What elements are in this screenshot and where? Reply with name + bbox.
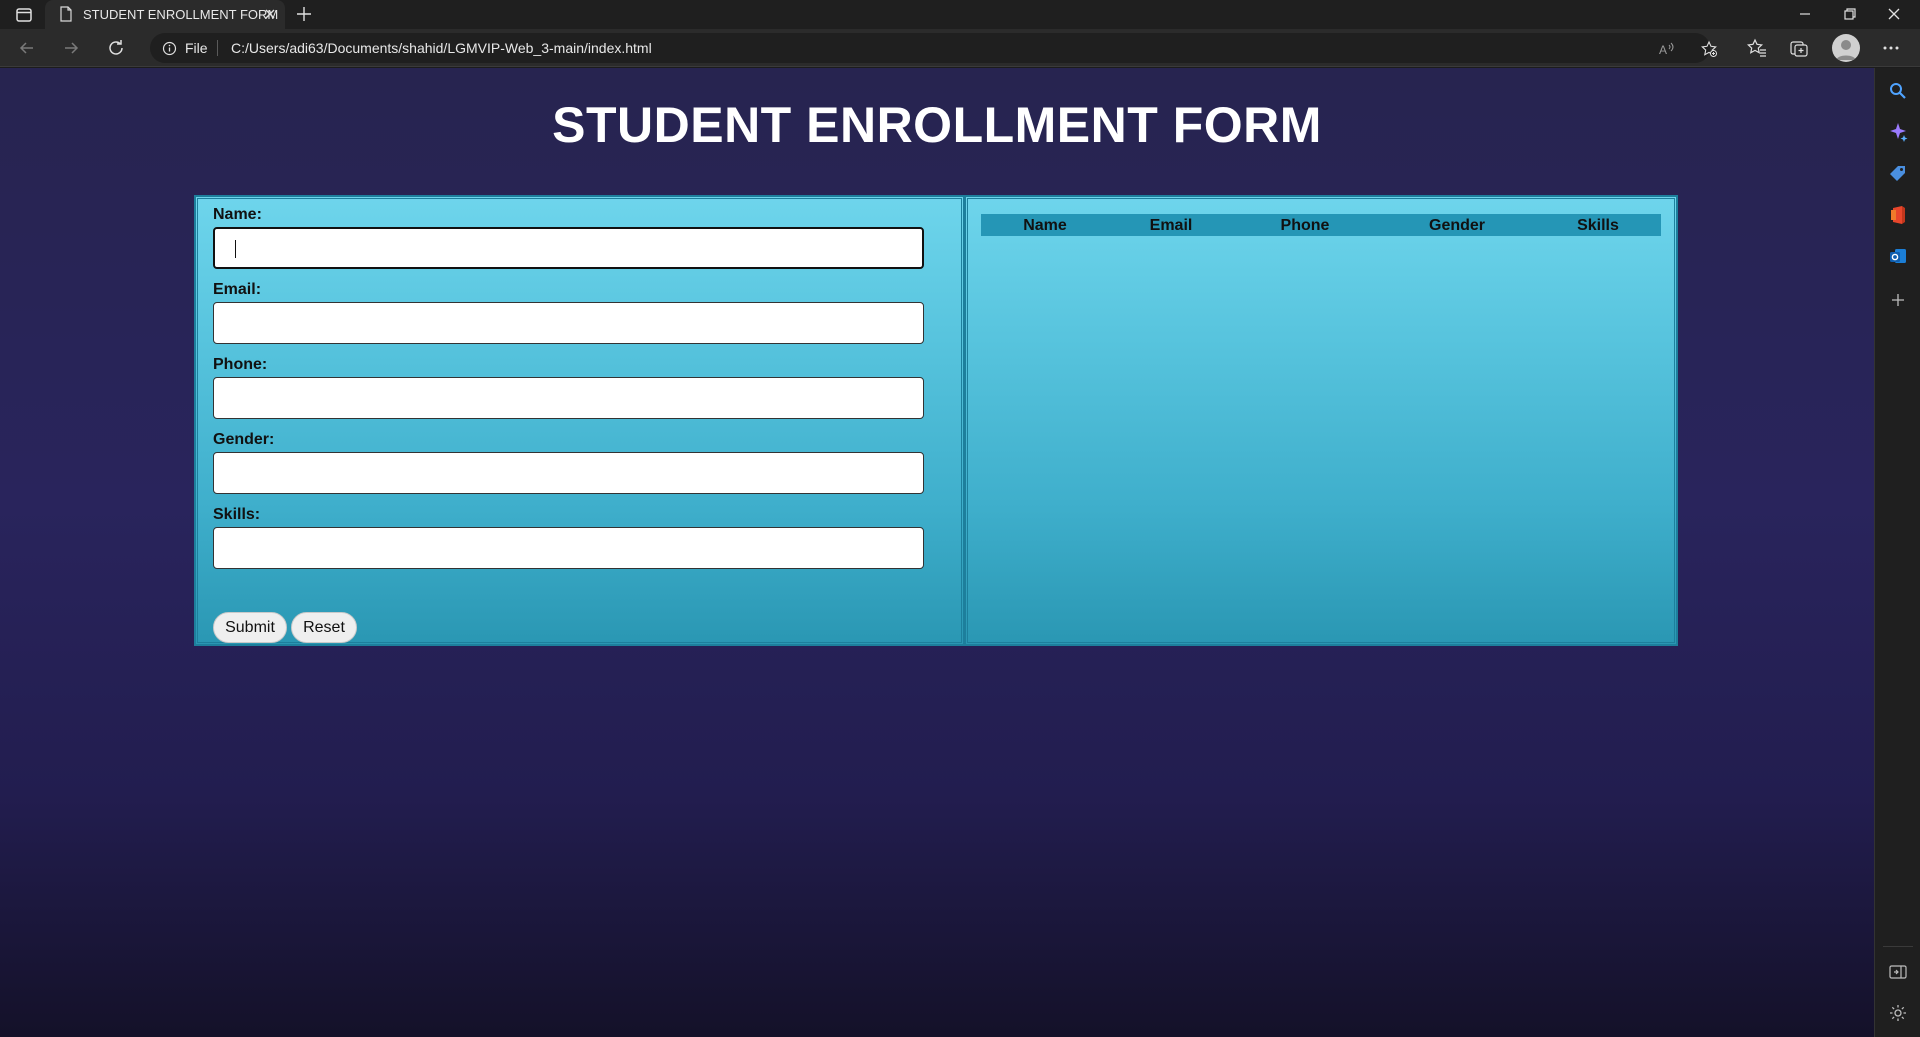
tab-strip: STUDENT ENROLLMENT FORM bbox=[0, 0, 1920, 29]
shopping-tag-icon[interactable] bbox=[1887, 163, 1909, 185]
phone-label: Phone: bbox=[213, 356, 268, 373]
page-title: STUDENT ENROLLMENT FORM bbox=[552, 97, 1322, 153]
email-label: Email: bbox=[213, 281, 262, 298]
info-icon[interactable] bbox=[162, 41, 177, 56]
students-table-panel: Name Email Phone Gender Skills bbox=[964, 195, 1678, 646]
add-sidebar-app-icon[interactable] bbox=[1887, 289, 1909, 311]
column-header-email: Email bbox=[1149, 217, 1193, 234]
name-input[interactable] bbox=[213, 227, 924, 269]
document-icon bbox=[60, 6, 72, 22]
forward-icon[interactable] bbox=[60, 37, 82, 59]
settings-gear-icon[interactable] bbox=[1887, 1002, 1909, 1024]
email-input[interactable] bbox=[213, 302, 924, 344]
submit-button[interactable]: Submit bbox=[213, 612, 287, 643]
outlook-icon[interactable] bbox=[1887, 245, 1909, 267]
read-aloud-icon[interactable]: A bbox=[1658, 40, 1676, 58]
active-tab[interactable]: STUDENT ENROLLMENT FORM bbox=[45, 0, 285, 29]
address-bar[interactable]: File C:/Users/adi63/Documents/shahid/LGM… bbox=[150, 33, 1717, 63]
office-icon[interactable] bbox=[1887, 204, 1909, 226]
person-icon bbox=[1836, 40, 1856, 60]
phone-input[interactable] bbox=[213, 377, 924, 419]
restore-icon[interactable] bbox=[1840, 4, 1860, 24]
add-favorite-icon[interactable] bbox=[1700, 40, 1718, 58]
enrollment-form: Name: Email: Phone: Gender: Skills: Subm… bbox=[194, 195, 965, 646]
hide-sidebar-icon[interactable] bbox=[1887, 961, 1909, 983]
close-window-icon[interactable] bbox=[1884, 4, 1904, 24]
url-text[interactable]: C:/Users/adi63/Documents/shahid/LGMVIP-W… bbox=[231, 40, 652, 56]
favorites-icon[interactable] bbox=[1746, 37, 1768, 59]
column-header-name: Name bbox=[1023, 217, 1067, 234]
collections-icon[interactable] bbox=[1788, 37, 1810, 59]
reset-button[interactable]: Reset bbox=[291, 612, 357, 643]
close-tab-icon[interactable] bbox=[261, 5, 279, 23]
column-header-gender: Gender bbox=[1428, 217, 1486, 234]
name-label: Name: bbox=[213, 206, 262, 223]
skills-input[interactable] bbox=[213, 527, 924, 569]
new-tab-icon[interactable] bbox=[294, 4, 314, 24]
tab-title: STUDENT ENROLLMENT FORM bbox=[83, 7, 279, 22]
text-caret bbox=[235, 240, 236, 258]
skills-label: Skills: bbox=[213, 506, 261, 523]
svg-text:A: A bbox=[1659, 43, 1667, 57]
table-inner-border bbox=[967, 198, 1675, 643]
back-icon[interactable] bbox=[16, 37, 38, 59]
column-header-phone: Phone bbox=[1280, 217, 1330, 234]
file-scheme-label: File bbox=[185, 40, 208, 56]
profile-avatar[interactable] bbox=[1832, 34, 1860, 62]
gender-input[interactable] bbox=[213, 452, 924, 494]
gender-label: Gender: bbox=[213, 431, 275, 448]
edge-sidebar bbox=[1874, 68, 1920, 1037]
page-viewport: STUDENT ENROLLMENT FORM Name: Email: Pho… bbox=[0, 68, 1874, 1037]
column-header-skills: Skills bbox=[1577, 217, 1619, 234]
search-icon[interactable] bbox=[1887, 80, 1909, 102]
copilot-sparkle-icon[interactable] bbox=[1887, 121, 1909, 143]
minimize-icon[interactable] bbox=[1795, 4, 1815, 24]
table-header-row: Name Email Phone Gender Skills bbox=[981, 214, 1661, 236]
reload-icon[interactable] bbox=[105, 37, 127, 59]
more-options-icon[interactable] bbox=[1879, 37, 1903, 59]
tab-actions-icon[interactable] bbox=[14, 5, 34, 25]
toolbar: File C:/Users/adi63/Documents/shahid/LGM… bbox=[0, 29, 1920, 67]
sidebar-divider bbox=[1883, 946, 1913, 947]
divider bbox=[217, 40, 218, 56]
